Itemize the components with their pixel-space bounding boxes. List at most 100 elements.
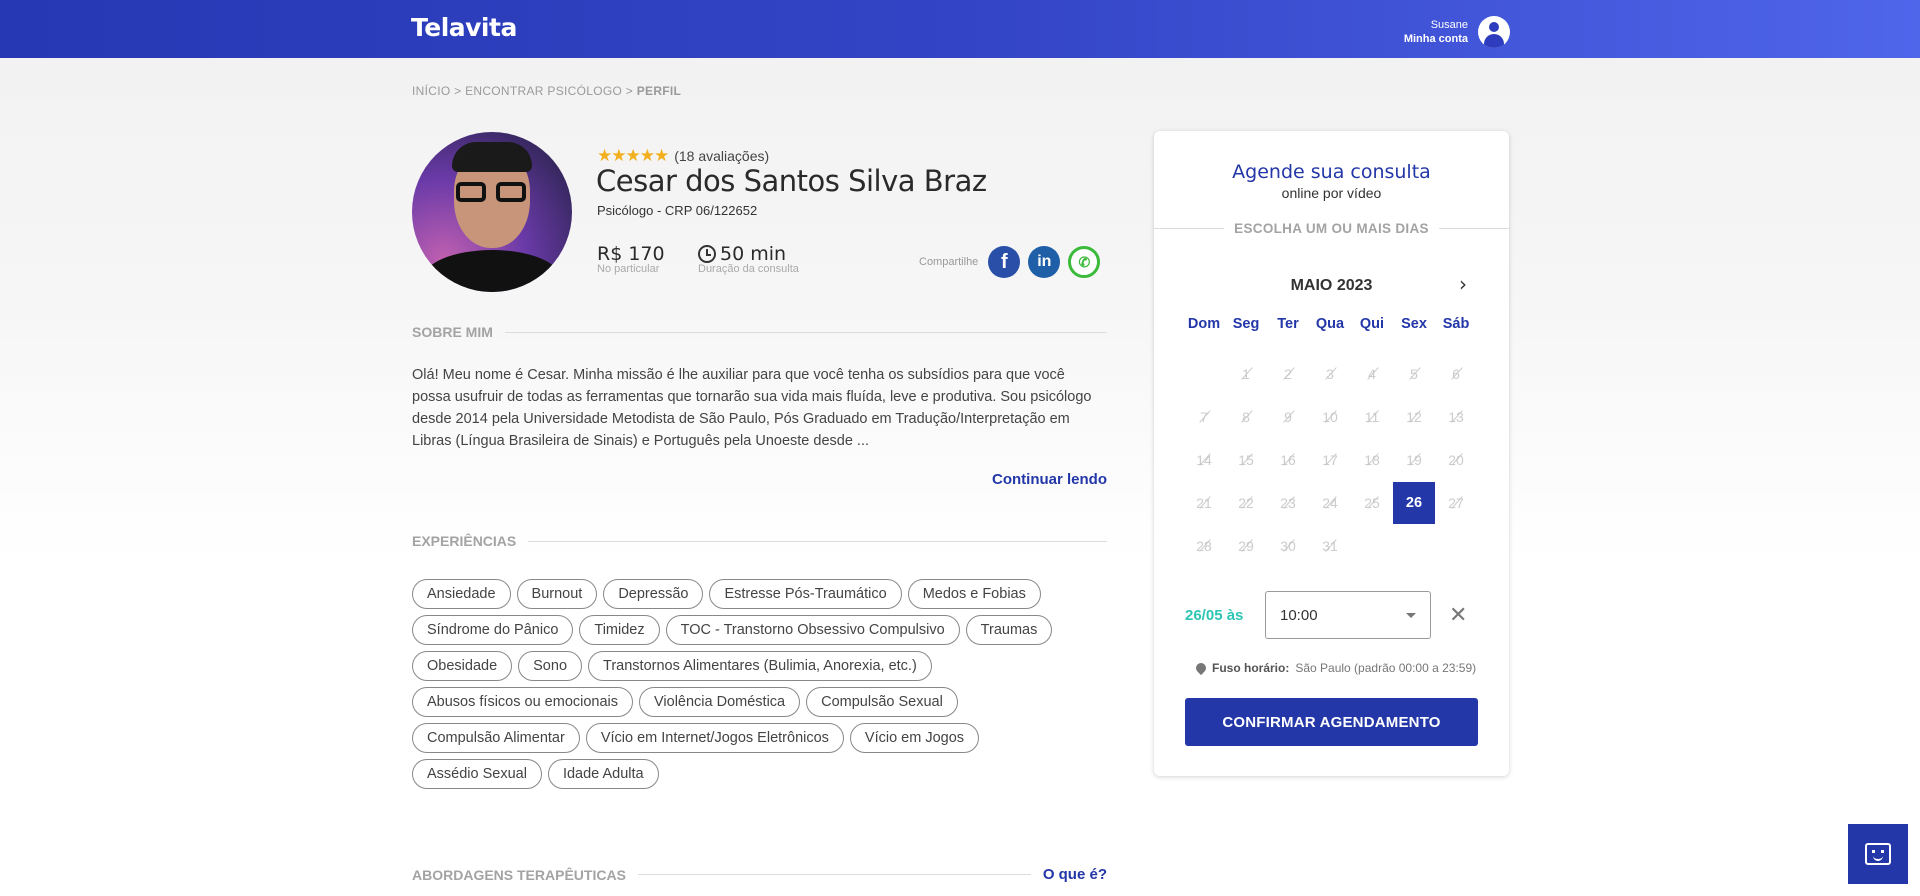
reviews-count: (18 avaliações) bbox=[674, 148, 770, 164]
calendar-day-selected[interactable]: 26 bbox=[1393, 481, 1435, 524]
calendar-day-disabled: 1 bbox=[1225, 352, 1267, 395]
calendar-day-disabled: 24 bbox=[1309, 481, 1351, 524]
telavita-logo[interactable]: Telavita bbox=[411, 13, 517, 42]
experience-tag: Sono bbox=[518, 651, 583, 681]
psychologist-photo bbox=[412, 132, 572, 292]
calendar-day-disabled: 22 bbox=[1225, 481, 1267, 524]
breadcrumb: INÍCIO > ENCONTRAR PSICÓLOGO > PERFIL bbox=[412, 84, 682, 98]
booking-title: Agende sua consulta bbox=[1232, 161, 1431, 183]
close-icon[interactable]: ✕ bbox=[1449, 603, 1467, 628]
duration-note: Duração da consulta bbox=[698, 263, 799, 275]
calendar-day-disabled: 7 bbox=[1183, 395, 1225, 438]
calendar-day-disabled: 12 bbox=[1393, 395, 1435, 438]
selected-date-label: 26/05 às bbox=[1185, 606, 1244, 624]
calendar-week: 14 15 16 17 18 19 20 bbox=[1183, 438, 1477, 481]
account-menu[interactable]: Susane Minha conta bbox=[1404, 16, 1510, 48]
calendar-day-disabled: 13 bbox=[1435, 395, 1477, 438]
timezone-info: Fuso horário: São Paulo (padrão 00:00 a … bbox=[1193, 660, 1477, 676]
user-avatar-icon[interactable] bbox=[1478, 16, 1510, 48]
weekday-label: Ter bbox=[1277, 316, 1299, 332]
experience-tag: Estresse Pós-Traumático bbox=[709, 579, 902, 609]
what-is-it-link[interactable]: O que é? bbox=[1043, 866, 1107, 883]
calendar-week: 123456 bbox=[1183, 352, 1477, 395]
calendar-day-disabled: 11 bbox=[1351, 395, 1393, 438]
experience-tag: Síndrome do Pânico bbox=[412, 615, 574, 645]
experience-tag: Depressão bbox=[603, 579, 704, 609]
psychologist-name: Cesar dos Santos Silva Braz bbox=[596, 164, 987, 198]
breadcrumb-profile: PERFIL bbox=[636, 84, 682, 98]
breadcrumb-find-psychologist[interactable]: ENCONTRAR PSICÓLOGO bbox=[465, 84, 622, 98]
weekday-label: Qui bbox=[1359, 316, 1385, 332]
time-selection-row: 26/05 às 10:00 ✕ bbox=[1185, 591, 1485, 639]
time-select[interactable]: 10:00 bbox=[1265, 591, 1431, 639]
experience-tag: Violência Doméstica bbox=[639, 687, 801, 717]
calendar-weekdays: Dom Seg Ter Qua Qui Sex Sáb bbox=[1183, 309, 1477, 352]
booking-card: Agende sua consulta online por vídeo ESC… bbox=[1154, 131, 1509, 776]
calendar: Dom Seg Ter Qua Qui Sex Sáb 1 2 3 4 5 6 7 8 9 10 11 12 13 14… bbox=[1183, 309, 1477, 567]
share-bar: Compartilhe f in ✆ bbox=[919, 246, 1101, 278]
calendar-day-disabled: 30 bbox=[1267, 524, 1309, 567]
calendar-day-disabled: 10 bbox=[1309, 395, 1351, 438]
psychologist-title: Psicólogo - CRP 06/122652 bbox=[597, 203, 758, 218]
calendar-day-disabled: 29 bbox=[1225, 524, 1267, 567]
calendar-day-disabled: 14 bbox=[1183, 438, 1225, 481]
calendar-day-disabled: 4 bbox=[1351, 352, 1393, 395]
chat-widget-button[interactable] bbox=[1848, 824, 1908, 884]
experience-tag: TOC - Transtorno Obsessivo Compulsivo bbox=[665, 615, 960, 645]
calendar-week: 21 22 23 24 25 26 27 bbox=[1183, 481, 1477, 524]
timezone-value: São Paulo (padrão 00:00 a 23:59) bbox=[1295, 661, 1477, 675]
facebook-icon[interactable]: f bbox=[988, 246, 1021, 278]
calendar-day-disabled: 18 bbox=[1351, 438, 1393, 481]
continue-reading-link[interactable]: Continuar lendo bbox=[992, 471, 1107, 488]
calendar-week: 7 8 9 10 11 12 13 bbox=[1183, 395, 1477, 438]
experiences-section-heading: EXPERIÊNCIAS bbox=[412, 533, 1107, 549]
experience-tag: Medos e Fobias bbox=[907, 579, 1041, 609]
calendar-day-disabled: 25 bbox=[1351, 481, 1393, 524]
confirm-booking-button[interactable]: CONFIRMAR AGENDAMENTO bbox=[1185, 698, 1478, 746]
time-value: 10:00 bbox=[1280, 606, 1318, 624]
top-navbar: Telavita Susane Minha conta bbox=[0, 0, 1920, 58]
rating[interactable]: ★★★★★ (18 avaliações) bbox=[597, 146, 769, 166]
experience-tag: Assédio Sexual bbox=[412, 759, 542, 789]
star-rating-icon: ★★★★★ bbox=[597, 146, 669, 165]
calendar-day-disabled: 31 bbox=[1309, 524, 1351, 567]
calendar-day-disabled: 19 bbox=[1393, 438, 1435, 481]
calendar-day-disabled: 2 bbox=[1267, 352, 1309, 395]
session-duration: 50 min Duração da consulta bbox=[698, 243, 799, 275]
price-note: No particular bbox=[597, 263, 660, 275]
calendar-week: 28 29 30 31 bbox=[1183, 524, 1477, 567]
calendar-day-disabled: 17 bbox=[1309, 438, 1351, 481]
calendar-day-disabled: 21 bbox=[1183, 481, 1225, 524]
weekday-label: Sex bbox=[1401, 316, 1427, 332]
breadcrumb-home[interactable]: INÍCIO bbox=[412, 84, 450, 98]
experience-tag: Transtornos Alimentares (Bulimia, Anorex… bbox=[588, 651, 932, 681]
experience-tag: Abusos físicos ou emocionais bbox=[412, 687, 634, 717]
calendar-day-disabled: 5 bbox=[1393, 352, 1435, 395]
about-section-heading: SOBRE MIM bbox=[412, 324, 1107, 340]
calendar-day-disabled: 3 bbox=[1309, 352, 1351, 395]
about-text: Olá! Meu nome é Cesar. Minha missão é lh… bbox=[412, 367, 1092, 449]
experience-tag: Ansiedade bbox=[412, 579, 511, 609]
price-value: R$ 170 bbox=[597, 243, 665, 265]
weekday-label: Dom bbox=[1187, 316, 1221, 332]
calendar-empty-cell bbox=[1183, 352, 1225, 395]
approaches-section-heading: ABORDAGENS TERAPÊUTICAS O que é? bbox=[412, 866, 1107, 883]
calendar-empty-cell bbox=[1435, 524, 1477, 567]
chat-icon bbox=[1865, 843, 1891, 865]
next-month-chevron-icon[interactable]: › bbox=[1449, 270, 1477, 298]
calendar-day-disabled: 27 bbox=[1435, 481, 1477, 524]
experience-tag: Obesidade bbox=[412, 651, 513, 681]
experience-tag: Vício em Jogos bbox=[849, 723, 980, 753]
linkedin-icon[interactable]: in bbox=[1028, 246, 1061, 278]
calendar-day-disabled: 9 bbox=[1267, 395, 1309, 438]
my-account-link[interactable]: Minha conta bbox=[1404, 32, 1468, 46]
duration-value: 50 min bbox=[720, 243, 787, 265]
weekday-label: Qua bbox=[1315, 316, 1345, 332]
experience-tag: Idade Adulta bbox=[547, 759, 659, 789]
whatsapp-icon[interactable]: ✆ bbox=[1068, 246, 1101, 278]
calendar-day-disabled: 6 bbox=[1435, 352, 1477, 395]
booking-subtitle: online por vídeo bbox=[1281, 185, 1382, 201]
share-label: Compartilhe bbox=[919, 256, 979, 268]
weekday-label: Sáb bbox=[1442, 316, 1470, 332]
experience-tag: Timidez bbox=[579, 615, 660, 645]
